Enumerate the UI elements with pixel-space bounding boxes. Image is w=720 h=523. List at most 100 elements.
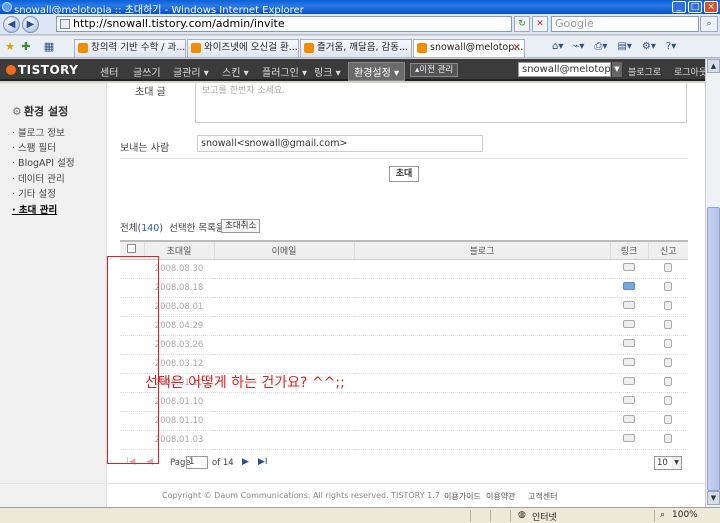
sidebar-item-blog-info[interactable]: · 블로그 정보 (12, 125, 65, 139)
tools-menu-icon[interactable]: ⚙▾ (639, 39, 659, 55)
close-window-button[interactable]: × (704, 1, 718, 13)
scroll-up-icon[interactable]: ▲ (707, 59, 720, 73)
link-icon[interactable] (623, 358, 635, 366)
report-icon[interactable] (664, 319, 672, 329)
scroll-down-icon[interactable]: ▼ (707, 491, 720, 505)
report-icon[interactable] (664, 262, 672, 272)
address-input[interactable]: http://snowall.tistory.com/admin/invite (56, 16, 512, 32)
page-input[interactable]: 1 (186, 456, 208, 469)
sidebar-item-invite[interactable]: · 초대 관리 (12, 202, 57, 216)
row-email (214, 278, 354, 298)
refresh-icon[interactable]: ↻ (514, 16, 530, 32)
help-icon[interactable]: ?▾ (663, 39, 679, 55)
report-icon[interactable] (664, 338, 672, 348)
tab-4-active[interactable]: snowall@melotop... × (413, 39, 525, 57)
report-icon[interactable] (664, 300, 672, 310)
add-favorites-icon[interactable]: ✚ (19, 40, 33, 54)
nav-settings[interactable]: 환경설정 ▾ (348, 62, 405, 81)
window-title-bar[interactable]: snowall@melotopia :: 초대하기 - Windows Inte… (0, 0, 720, 16)
table-row[interactable]: 2008.01.10 (120, 392, 688, 412)
col-blog: 블로그 (354, 240, 611, 260)
row-email (214, 411, 354, 431)
sidebar-item-data[interactable]: · 데이터 관리 (12, 171, 65, 185)
per-page-select[interactable]: 10 ▼ (654, 456, 682, 470)
search-icon[interactable]: ⌕ (700, 16, 718, 32)
to-blog-link[interactable]: 블로그로 (628, 65, 661, 78)
nav-plugins[interactable]: 플러그인 ▾ (262, 64, 307, 79)
sidebar-item-blogapi[interactable]: · BlogAPI 설정 (12, 155, 75, 169)
report-icon[interactable] (664, 376, 672, 386)
search-input[interactable]: Google (551, 16, 699, 32)
tistory-logo[interactable]: TISTORY (6, 63, 78, 77)
report-icon[interactable] (664, 281, 672, 291)
link-icon[interactable] (623, 377, 635, 385)
tab-2[interactable]: 와이즈넷에 오신걸 환... (187, 39, 299, 57)
chevron-down-icon[interactable]: ▼ (612, 62, 622, 77)
link-icon[interactable] (623, 396, 635, 404)
last-page-icon[interactable]: ▶I (258, 457, 268, 467)
table-row[interactable]: 2008.08.30 (120, 259, 688, 279)
report-icon[interactable] (664, 433, 672, 443)
link-icon[interactable] (623, 434, 635, 442)
row-link-cell (610, 354, 648, 374)
vertical-scrollbar[interactable]: ▲ ▼ (705, 59, 720, 507)
scroll-thumb[interactable] (707, 207, 720, 491)
report-icon[interactable] (664, 357, 672, 367)
close-tab-icon[interactable]: × (513, 40, 521, 56)
next-page-icon[interactable]: ▶ (242, 457, 249, 467)
table-row[interactable]: 2008.08.01 (120, 297, 688, 317)
table-row[interactable]: 2008.04.29 (120, 316, 688, 336)
select-all-checkbox[interactable] (127, 244, 137, 254)
pagination: I◀ ◀ Page 1 of 14 ▶ ▶I 10 ▼ (120, 453, 688, 475)
ie-icon (2, 2, 12, 12)
back-button[interactable]: ◀ (3, 16, 20, 33)
footer-link-guide[interactable]: 이용가이드 (444, 491, 481, 502)
annotation-text: 선택은 어떻게 하는 건가요? ^^;; (145, 375, 345, 391)
zoom-level[interactable]: 100% (672, 510, 698, 520)
footer-link-terms[interactable]: 이용약관 (486, 491, 515, 502)
table-row[interactable]: 2008.01.03 (120, 430, 688, 450)
sender-field[interactable]: snowall<snowall@gmail.com> (197, 135, 483, 152)
user-select[interactable]: snowall@melotopia (518, 62, 620, 77)
logout-link[interactable]: 로그아웃 (674, 65, 707, 78)
forward-button[interactable]: ▶ (22, 16, 39, 33)
nav-write[interactable]: 글쓰기 (133, 64, 161, 79)
link-icon[interactable] (623, 415, 635, 423)
nav-skin[interactable]: 스킨 ▾ (222, 64, 249, 79)
page-menu-icon[interactable]: ▤▾ (614, 39, 634, 55)
favorites-star-icon[interactable]: ★ (3, 40, 17, 54)
report-icon[interactable] (664, 395, 672, 405)
link-icon[interactable] (623, 263, 635, 271)
nav-links[interactable]: 링크 ▾ (314, 64, 341, 79)
prev-management-button[interactable]: ▴이전 관리 (410, 63, 459, 77)
quick-tabs-icon[interactable]: ▦ (42, 40, 56, 54)
print-icon[interactable]: ⎙▾ (591, 39, 610, 55)
link-icon[interactable] (623, 282, 635, 290)
tab-1[interactable]: 창의력 기반 수학 / 과... (74, 39, 186, 57)
minimize-button[interactable]: _ (672, 1, 686, 13)
table-row[interactable]: 2008.01.10 (120, 411, 688, 431)
report-icon[interactable] (664, 414, 672, 424)
row-blog (354, 259, 610, 279)
nav-posts[interactable]: 글관리 ▾ (173, 64, 209, 79)
nav-center[interactable]: 센터 (100, 64, 118, 79)
table-row[interactable]: 2008.08.18 (120, 278, 688, 298)
link-icon[interactable] (623, 339, 635, 347)
cancel-invite-button[interactable]: 초대취소 (221, 219, 261, 233)
invite-message-textarea[interactable]: 보고를 한번자 소세요. (195, 83, 687, 123)
sidebar-item-etc[interactable]: · 기타 설정 (12, 186, 56, 200)
link-icon[interactable] (623, 301, 635, 309)
home-icon[interactable]: ⌂▾ (549, 39, 566, 55)
tab-3[interactable]: 즐거움, 깨달음, 감동... (300, 39, 412, 57)
row-blog (354, 278, 610, 298)
table-row[interactable]: 2008.03.26 (120, 335, 688, 355)
footer-link-support[interactable]: 고객센터 (528, 491, 557, 502)
table-row[interactable]: 2008.03.12 (120, 354, 688, 374)
sidebar-item-label: 데이터 관리 (18, 174, 65, 185)
sidebar-item-spam-filter[interactable]: · 스팸 필터 (12, 140, 56, 154)
feeds-icon[interactable]: ⌁▾ (570, 39, 587, 55)
maximize-button[interactable]: □ (688, 1, 702, 13)
stop-icon[interactable]: ✕ (532, 16, 548, 32)
link-icon[interactable] (623, 320, 635, 328)
invite-button[interactable]: 초대 (389, 166, 419, 182)
